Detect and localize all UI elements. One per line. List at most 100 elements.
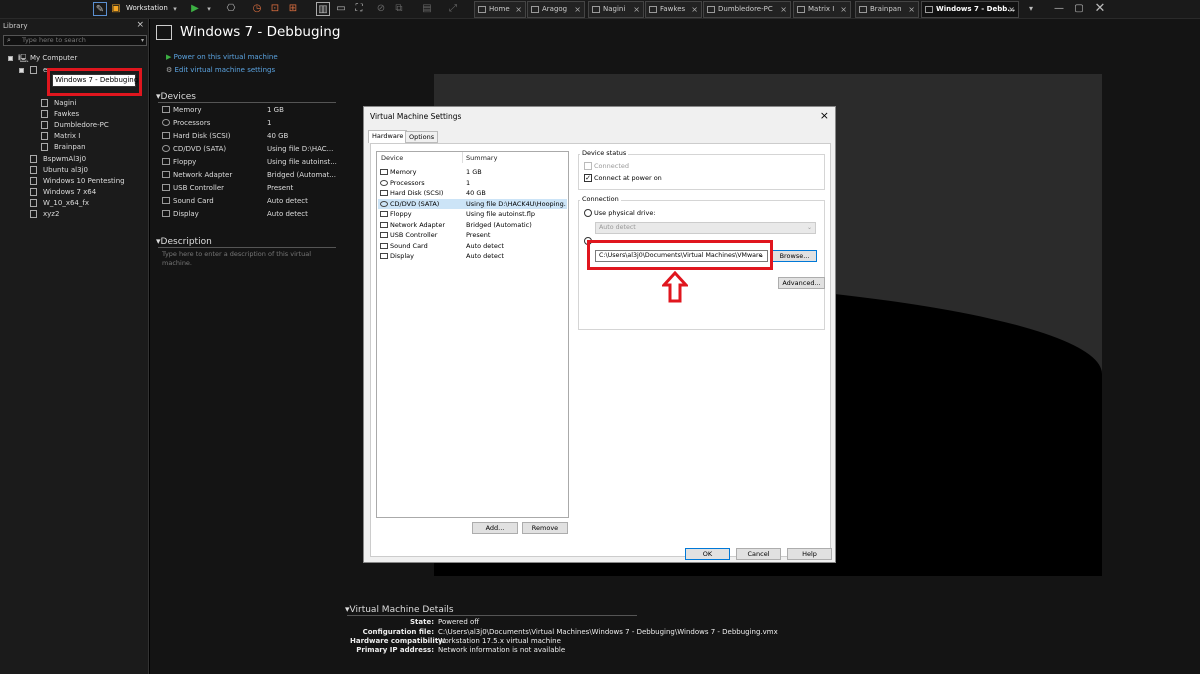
library-toggle-icon[interactable]: ▥ (316, 2, 330, 16)
detail-config-file: Configuration file: C:\Users\al3j0\Docume… (362, 628, 778, 636)
list-item-floppy[interactable]: Floppy Using file autoinst.flp (378, 209, 567, 219)
cancel-button[interactable]: Cancel (736, 548, 781, 560)
connect-power-checkbox[interactable]: ✓ (584, 174, 592, 182)
close-icon[interactable]: × (780, 2, 787, 17)
tab-dumbledore-pc[interactable]: Dumbledore-PC × (703, 1, 791, 18)
tab-aragog[interactable]: Aragog × (527, 1, 585, 18)
network-icon[interactable]: ⎔ (224, 2, 238, 16)
device-row-cddvd[interactable]: CD/DVD (SATA) Using file D:\HAC... (160, 143, 340, 155)
description-section-title[interactable]: ▾Description (156, 237, 212, 247)
vm-icon (156, 25, 172, 40)
vm-icon (30, 155, 37, 163)
revert-snapshot-icon[interactable]: ⊡ (268, 2, 282, 16)
play-dropdown-icon[interactable]: ▾ (202, 2, 216, 16)
close-icon[interactable]: × (633, 2, 640, 17)
close-icon[interactable]: × (691, 2, 698, 17)
list-item-network[interactable]: Network Adapter Bridged (Automatic) (378, 220, 567, 230)
console-icon[interactable]: ⧉ (392, 2, 406, 16)
list-item-usb[interactable]: USB Controller Present (378, 230, 567, 240)
physical-drive-select[interactable]: Auto detect ⌄ (595, 222, 816, 234)
advanced-button[interactable]: Advanced... (778, 277, 825, 289)
ok-button[interactable]: OK (685, 548, 730, 560)
description-input[interactable]: Type here to enter a description of this… (162, 250, 322, 268)
close-icon[interactable]: × (574, 2, 581, 17)
tab-fawkes[interactable]: Fawkes × (645, 1, 702, 18)
play-icon[interactable]: ▶ (188, 2, 202, 16)
device-row-harddisk[interactable]: Hard Disk (SCSI) 40 GB (160, 130, 340, 142)
edit-settings-link[interactable]: ⚙ Edit virtual machine settings (166, 66, 275, 74)
close-icon[interactable]: × (840, 2, 847, 17)
device-row-sound[interactable]: Sound Card Auto detect (160, 195, 340, 207)
window-close-icon[interactable]: ✕ (1093, 2, 1107, 16)
device-status-title: Device status (580, 149, 629, 157)
snapshot-icon[interactable]: ◷ (250, 2, 264, 16)
list-item-memory[interactable]: Memory 1 GB (378, 167, 567, 177)
edit-icon: ⚙ (166, 66, 173, 74)
tab-hardware[interactable]: Hardware (368, 130, 408, 143)
vm-icon (707, 6, 715, 13)
vm-icon (30, 177, 37, 185)
usb-icon (162, 184, 170, 191)
close-icon[interactable]: × (136, 20, 144, 30)
thumbnail-icon[interactable]: ▭ (334, 2, 348, 16)
device-row-display[interactable]: Display Auto detect (160, 208, 340, 220)
terminal-icon[interactable]: ▤ (420, 2, 434, 16)
cd-icon (162, 145, 170, 152)
unity-icon[interactable]: ⊘ (374, 2, 388, 16)
product-menu[interactable]: Workstation (126, 4, 168, 12)
monitor-icon (162, 210, 170, 217)
tab-windows7-debbuging[interactable]: Windows 7 - Debb... × (921, 1, 1019, 18)
connection-title: Connection (580, 195, 621, 203)
vm-icon (797, 6, 805, 13)
pin-icon[interactable]: ✎ (93, 2, 107, 16)
close-icon[interactable]: × (820, 109, 829, 122)
list-item-processors[interactable]: Processors 1 (378, 178, 567, 188)
fullscreen-icon[interactable]: ⛶ (352, 2, 366, 16)
tab-list-icon[interactable]: ▾ (1024, 2, 1038, 16)
browse-button[interactable]: Browse... (772, 250, 817, 262)
device-row-memory[interactable]: Memory 1 GB (160, 104, 340, 116)
collapse-icon[interactable] (8, 56, 13, 61)
disk-icon (380, 190, 388, 196)
connected-checkbox[interactable] (584, 162, 592, 170)
play-icon: ▶ (166, 53, 172, 61)
close-icon[interactable]: × (908, 2, 915, 17)
device-row-floppy[interactable]: Floppy Using file autoinst... (160, 156, 340, 168)
stretch-icon[interactable]: ⤢ (446, 2, 460, 16)
library-search-input[interactable]: ⌕ Type here to search ▾ (3, 35, 147, 46)
details-section-title[interactable]: ▾Virtual Machine Details (345, 605, 454, 615)
home-icon (478, 6, 486, 13)
device-row-network[interactable]: Network Adapter Bridged (Automat... (160, 169, 340, 181)
maximize-icon[interactable]: ▢ (1072, 2, 1086, 16)
tab-options[interactable]: Options (405, 131, 439, 143)
power-on-link[interactable]: ▶ Power on this virtual machine (166, 53, 278, 61)
close-icon[interactable]: × (515, 2, 522, 17)
highlight-box (47, 68, 142, 96)
minimize-icon[interactable]: — (1052, 2, 1066, 16)
chevron-down-icon[interactable]: ▾ (168, 2, 182, 16)
physical-drive-radio[interactable] (584, 209, 592, 217)
tab-nagini[interactable]: Nagini × (588, 1, 644, 18)
chevron-down-icon[interactable]: ▾ (141, 36, 144, 45)
connect-power-label: Connect at power on (594, 174, 662, 182)
close-icon[interactable]: × (1008, 2, 1015, 17)
devices-section-title[interactable]: ▾Devices (156, 92, 196, 102)
help-button[interactable]: Help (787, 548, 832, 560)
manage-snapshots-icon[interactable]: ⊞ (286, 2, 300, 16)
tab-brainpan[interactable]: Brainpan × (855, 1, 919, 18)
vm-settings-dialog: Virtual Machine Settings × Hardware Opti… (363, 106, 836, 563)
list-item-harddisk[interactable]: Hard Disk (SCSI) 40 GB (378, 188, 567, 198)
memory-icon (380, 169, 388, 175)
vm-icon (41, 110, 48, 118)
add-button[interactable]: Add... (472, 522, 518, 534)
tab-home[interactable]: Home × (474, 1, 526, 18)
device-row-usb[interactable]: USB Controller Present (160, 182, 340, 194)
tab-matrix-i[interactable]: Matrix I × (793, 1, 851, 18)
device-row-processors[interactable]: Processors 1 (160, 117, 340, 129)
list-item-display[interactable]: Display Auto detect (378, 251, 567, 261)
remove-button[interactable]: Remove (522, 522, 568, 534)
connected-label: Connected (594, 162, 630, 170)
list-item-sound[interactable]: Sound Card Auto detect (378, 241, 567, 251)
collapse-icon[interactable] (19, 68, 24, 73)
list-item-cddvd[interactable]: CD/DVD (SATA) Using file D:\HACK4U\Hoopin… (378, 198, 567, 209)
